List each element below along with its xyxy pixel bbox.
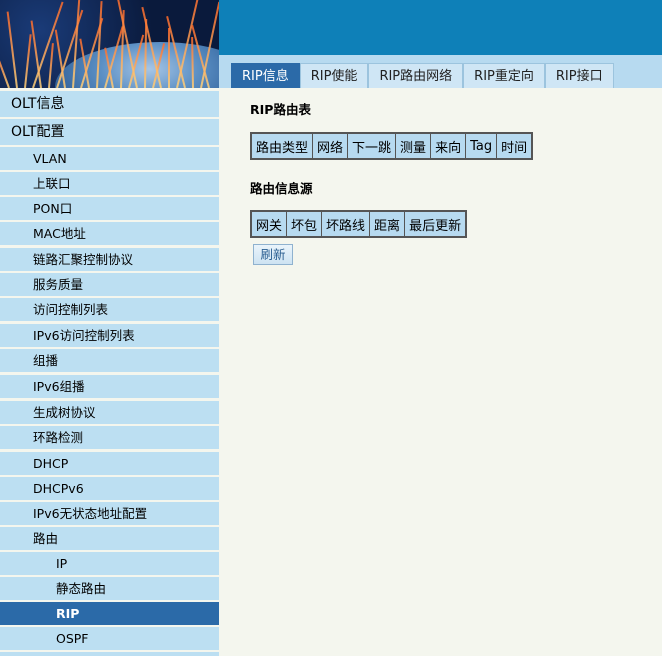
table-header-row: 网关 坏包 坏路线 距离 最后更新 xyxy=(250,210,467,238)
sidebar-item-vlan[interactable]: VLAN xyxy=(0,147,219,170)
tab-rip-interface[interactable]: RIP接口 xyxy=(544,63,614,88)
sidebar-item-next[interactable] xyxy=(0,652,219,656)
sidebar-item-uplink-port[interactable]: 上联口 xyxy=(0,172,219,195)
table-header-row: 路由类型 网络 下一跳 测量 来向 Tag 时间 xyxy=(250,132,533,160)
sidebar-item-ipv6-multicast[interactable]: IPv6组播 xyxy=(0,375,219,398)
sidebar-item-olt-config[interactable]: OLT配置 xyxy=(0,119,219,145)
sidebar-item-ospf[interactable]: OSPF xyxy=(0,627,219,650)
tab-rip-route-network[interactable]: RIP路由网络 xyxy=(368,63,464,88)
column-header-time: 时间 xyxy=(496,132,533,160)
sidebar-item-pon-port[interactable]: PON口 xyxy=(0,197,219,220)
fiber-strand-graphic xyxy=(24,34,32,88)
column-header-last-update: 最后更新 xyxy=(404,210,467,238)
sidebar: OLT信息 OLT配置 VLAN 上联口 PON口 MAC地址 链路汇聚控制协议… xyxy=(0,88,219,656)
column-header-route-type: 路由类型 xyxy=(250,132,314,160)
sidebar-item-static-route[interactable]: 静态路由 xyxy=(0,577,219,600)
sidebar-item-mac-address[interactable]: MAC地址 xyxy=(0,222,219,245)
fiber-strand-graphic xyxy=(6,11,18,88)
rip-route-table-title: RIP路由表 xyxy=(250,102,311,117)
column-header-distance: 距离 xyxy=(369,210,406,238)
column-header-gateway: 网关 xyxy=(250,210,288,238)
column-header-network: 网络 xyxy=(312,132,349,160)
column-header-bad-routes: 坏路线 xyxy=(321,210,371,238)
column-header-metric: 测量 xyxy=(395,132,432,160)
logo-banner-image xyxy=(0,0,219,88)
sidebar-item-acl[interactable]: 访问控制列表 xyxy=(0,298,219,321)
sidebar-item-ipv6-acl[interactable]: IPv6访问控制列表 xyxy=(0,324,219,347)
sidebar-item-ip[interactable]: IP xyxy=(0,552,219,575)
sidebar-item-dhcpv6[interactable]: DHCPv6 xyxy=(0,477,219,500)
refresh-button[interactable]: 刷新 xyxy=(253,244,293,265)
route-info-source-title: 路由信息源 xyxy=(250,181,313,196)
column-header-next-hop: 下一跳 xyxy=(347,132,397,160)
tab-rip-redistribute[interactable]: RIP重定向 xyxy=(463,63,545,88)
header-banner xyxy=(219,0,662,55)
sidebar-item-loop-detection[interactable]: 环路检测 xyxy=(0,426,219,449)
sidebar-item-rip[interactable]: RIP xyxy=(0,602,219,625)
column-header-bad-packets: 坏包 xyxy=(286,210,323,238)
sidebar-item-olt-info[interactable]: OLT信息 xyxy=(0,91,219,117)
globe-graphic xyxy=(55,42,219,88)
fiber-strand-graphic xyxy=(168,28,170,88)
sidebar-item-stp[interactable]: 生成树协议 xyxy=(0,401,219,424)
sidebar-item-qos[interactable]: 服务质量 xyxy=(0,273,219,296)
route-info-source-table: 网关 坏包 坏路线 距离 最后更新 xyxy=(250,210,468,238)
fiber-strand-graphic xyxy=(0,50,10,88)
tab-bar: RIP信息 RIP使能 RIP路由网络 RIP重定向 RIP接口 xyxy=(231,63,614,88)
column-header-from: 来向 xyxy=(430,132,467,160)
rip-route-table: 路由类型 网络 下一跳 测量 来向 Tag 时间 xyxy=(250,132,534,160)
fiber-strand-graphic xyxy=(48,43,54,88)
sidebar-item-ipv6-slaac[interactable]: IPv6无状态地址配置 xyxy=(0,502,219,525)
sidebar-item-multicast[interactable]: 组播 xyxy=(0,349,219,372)
tab-rip-enable[interactable]: RIP使能 xyxy=(299,63,369,88)
sidebar-item-dhcp[interactable]: DHCP xyxy=(0,452,219,475)
column-header-tag: Tag xyxy=(465,132,498,160)
tab-rip-info[interactable]: RIP信息 xyxy=(231,63,300,88)
sidebar-item-lacp[interactable]: 链路汇聚控制协议 xyxy=(0,248,219,271)
sidebar-item-routing[interactable]: 路由 xyxy=(0,527,219,550)
main-content: RIP路由表 路由类型 网络 下一跳 测量 来向 Tag 时间 路由信息源 网关… xyxy=(219,88,662,656)
